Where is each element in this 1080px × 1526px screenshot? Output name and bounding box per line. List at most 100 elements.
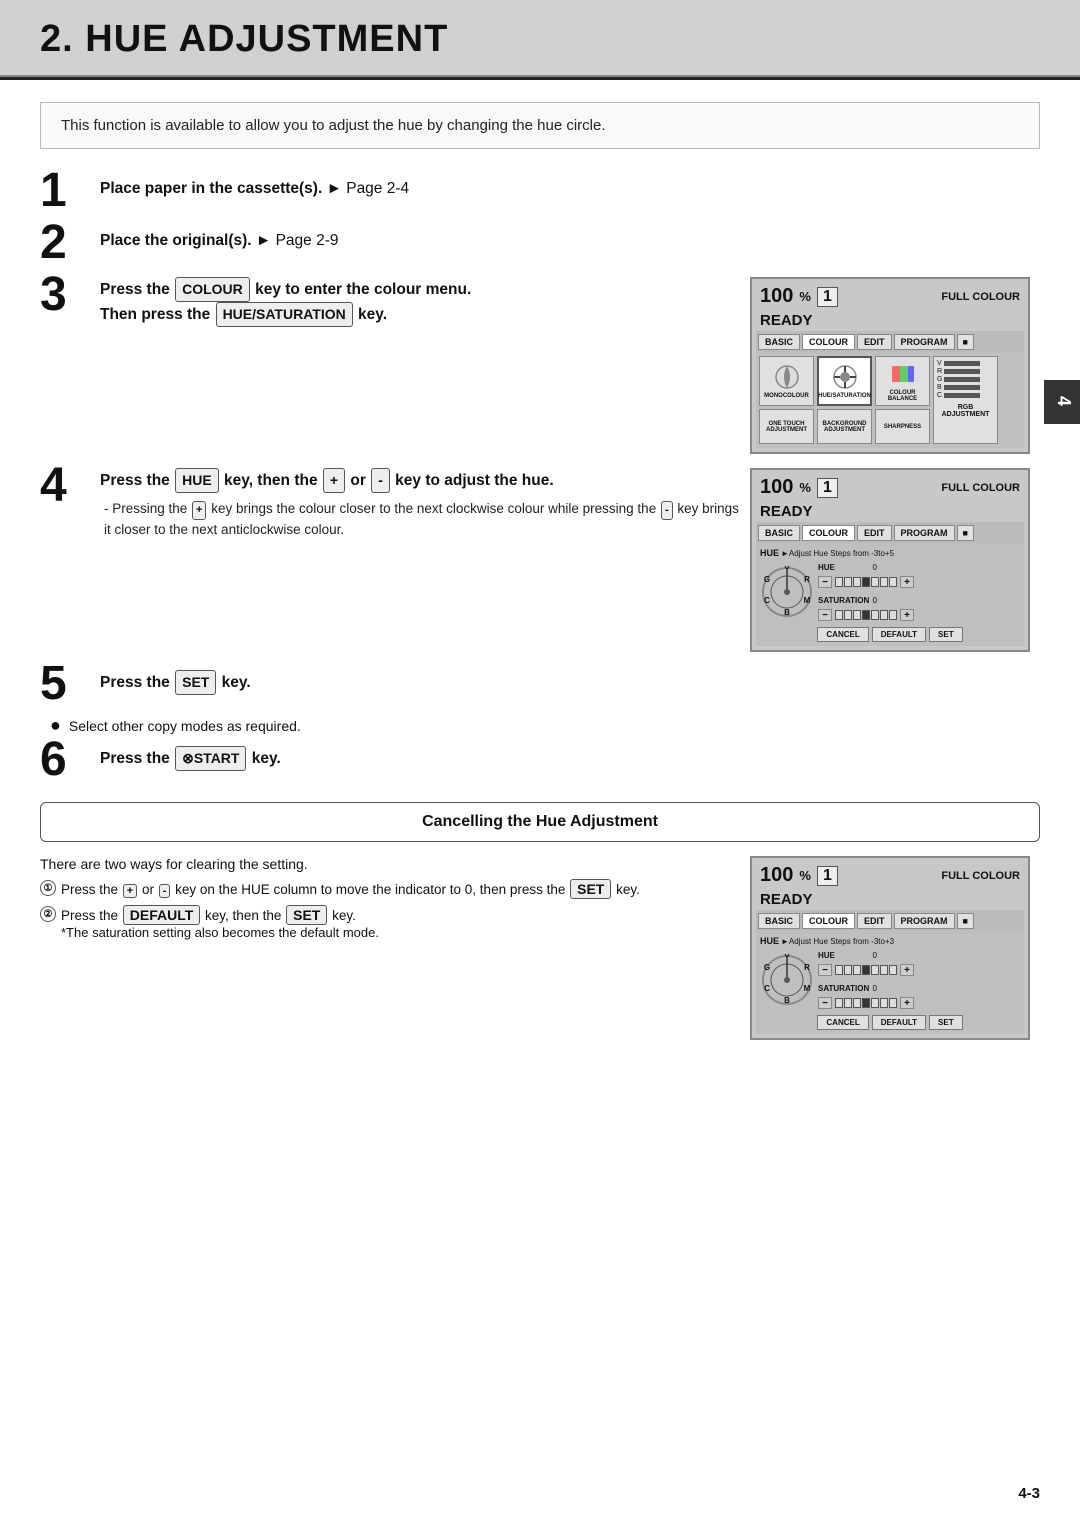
colour-balance-btn[interactable]: COLOUR BALANCE bbox=[875, 356, 930, 406]
screenC-hue-row: Y R M B C G HUE bbox=[760, 951, 1020, 1009]
set-btn[interactable]: SET bbox=[929, 627, 963, 642]
screen3-v: V bbox=[937, 360, 942, 367]
sat-box-c3 bbox=[853, 998, 861, 1008]
tabC-program[interactable]: PROGRAM bbox=[894, 913, 955, 929]
tab4-more[interactable]: ■ bbox=[957, 525, 974, 541]
background-adj-btn[interactable]: BACKGROUND ADJUSTMENT bbox=[817, 409, 872, 444]
cancel-num-1: ① bbox=[40, 880, 56, 896]
tab-colour[interactable]: COLOUR bbox=[802, 334, 855, 350]
cancel-item-1: ① Press the + or - key on the HUE column… bbox=[40, 879, 722, 899]
cancel-btn-c[interactable]: CANCEL bbox=[817, 1015, 868, 1030]
cancel-content: There are two ways for clearing the sett… bbox=[40, 856, 1040, 1040]
sat-box-7 bbox=[889, 610, 897, 620]
hue-box-6 bbox=[880, 577, 888, 587]
step-6-number: 6 bbox=[40, 736, 92, 784]
hue-box-c3 bbox=[853, 965, 861, 975]
saturation-ctrl-num-c: 0 bbox=[865, 984, 877, 993]
hue-boxes bbox=[835, 577, 897, 587]
tab4-basic[interactable]: BASIC bbox=[758, 525, 800, 541]
screenC-tabs: BASIC COLOUR EDIT PROGRAM ■ bbox=[756, 910, 1024, 931]
sharpness-btn[interactable]: SHARPNESS bbox=[875, 409, 930, 444]
screenC-full-colour: FULL COLOUR bbox=[941, 870, 1020, 882]
saturation-plus-btn-c[interactable]: + bbox=[900, 997, 914, 1009]
step-1-number: 1 bbox=[40, 167, 92, 215]
svg-text:B: B bbox=[784, 608, 790, 617]
cancel-item-1-text: Press the + or - key on the HUE column t… bbox=[61, 879, 640, 899]
cancel-title: Cancelling the Hue Adjustment bbox=[422, 813, 658, 831]
hue-plus-btn-c[interactable]: + bbox=[900, 964, 914, 976]
hue-controls: HUE 0 − bbox=[818, 563, 1020, 621]
minus-key: - bbox=[371, 468, 390, 493]
tab-more[interactable]: ■ bbox=[957, 334, 974, 350]
hue-minus-btn[interactable]: − bbox=[818, 576, 832, 588]
page-header: 2. HUE ADJUSTMENT bbox=[0, 0, 1080, 77]
tabC-colour[interactable]: COLOUR bbox=[802, 913, 855, 929]
tab4-colour[interactable]: COLOUR bbox=[802, 525, 855, 541]
svg-text:G: G bbox=[764, 963, 770, 972]
screenC-header-left: 100 % 1 bbox=[760, 864, 838, 887]
tab-program[interactable]: PROGRAM bbox=[894, 334, 955, 350]
saturation-control-row: − bbox=[818, 609, 1020, 621]
step-1-text: Place paper in the cassette(s). ► Page 2… bbox=[100, 177, 1040, 200]
screen3-v-row: V bbox=[937, 360, 994, 367]
cancel-intro: There are two ways for clearing the sett… bbox=[40, 856, 722, 872]
step-2-number: 2 bbox=[40, 219, 92, 267]
cancel-btn[interactable]: CANCEL bbox=[817, 627, 868, 642]
cancel-item-2-text: Press the DEFAULT key, then the SET key.… bbox=[61, 905, 379, 940]
screen3-tabs: BASIC COLOUR EDIT PROGRAM ■ bbox=[756, 331, 1024, 352]
svg-text:G: G bbox=[764, 575, 770, 584]
screen3-r: R bbox=[937, 368, 942, 375]
tabC-edit[interactable]: EDIT bbox=[857, 913, 892, 929]
sat-box-4 bbox=[862, 610, 870, 620]
page-number: 4-3 bbox=[1018, 1485, 1040, 1502]
saturation-plus-btn[interactable]: + bbox=[900, 609, 914, 621]
hue-circle-svg: Y R M B C G bbox=[760, 565, 814, 619]
hue-boxes-c bbox=[835, 965, 897, 975]
plus-key: + bbox=[323, 468, 345, 493]
tab-edit[interactable]: EDIT bbox=[857, 334, 892, 350]
tab4-program[interactable]: PROGRAM bbox=[894, 525, 955, 541]
colour-balance-icon bbox=[889, 360, 917, 388]
sharpness-label: SHARPNESS bbox=[884, 424, 921, 430]
tabC-more[interactable]: ■ bbox=[957, 913, 974, 929]
hue-minus-btn-c[interactable]: − bbox=[818, 964, 832, 976]
default-btn-c[interactable]: DEFAULT bbox=[872, 1015, 926, 1030]
svg-text:C: C bbox=[764, 984, 770, 993]
default-key-cancel: DEFAULT bbox=[123, 905, 201, 925]
cancel-list: ① Press the + or - key on the HUE column… bbox=[40, 879, 722, 940]
set-btn-c[interactable]: SET bbox=[929, 1015, 963, 1030]
step-4-number: 4 bbox=[40, 462, 92, 510]
screen4-num: 1 bbox=[817, 478, 838, 498]
hue-box-4 bbox=[862, 577, 870, 587]
screen3-body: MONOCOLOUR ONE TOUCH ADJUSTMENT bbox=[756, 352, 1024, 448]
step-4-bold: Press the HUE key, then the + or - key t… bbox=[100, 472, 554, 489]
hue-saturation-btn[interactable]: HUE/SATURATION bbox=[817, 356, 872, 406]
hue-plus-btn[interactable]: + bbox=[900, 576, 914, 588]
monocolour-btn[interactable]: MONOCOLOUR bbox=[759, 356, 814, 406]
plus-key-cancel: + bbox=[123, 884, 137, 898]
hue-box-c1 bbox=[835, 965, 843, 975]
screenC-num: 1 bbox=[817, 866, 838, 886]
tab-basic[interactable]: BASIC bbox=[758, 334, 800, 350]
tab4-edit[interactable]: EDIT bbox=[857, 525, 892, 541]
saturation-minus-btn-c[interactable]: − bbox=[818, 997, 832, 1009]
cancel-section-box: Cancelling the Hue Adjustment bbox=[40, 802, 1040, 842]
default-btn[interactable]: DEFAULT bbox=[872, 627, 926, 642]
saturation-minus-btn[interactable]: − bbox=[818, 609, 832, 621]
hue-ctrl-num-c: 0 bbox=[865, 951, 877, 960]
step-6-text: Press the ⊗START key. bbox=[100, 746, 1040, 771]
one-touch-btn[interactable]: ONE TOUCH ADJUSTMENT bbox=[759, 409, 814, 444]
step-6: 6 Press the ⊗START key. bbox=[40, 742, 1040, 784]
step-4: 4 Press the HUE key, then the + or - key… bbox=[40, 468, 1040, 652]
step-4-subnote: - Pressing the + key brings the colour c… bbox=[104, 499, 740, 540]
sat-box-2 bbox=[844, 610, 852, 620]
hue-controls-c: HUE 0 − bbox=[818, 951, 1020, 1009]
tabC-basic[interactable]: BASIC bbox=[758, 913, 800, 929]
screenC-hue-body: HUE ►Adjust Hue Steps from -3to+3 Y R M … bbox=[756, 931, 1024, 1034]
hue-saturation-key: HUE/SATURATION bbox=[216, 302, 353, 327]
screenC-header: 100 % 1 FULL COLOUR bbox=[756, 862, 1024, 889]
hue-circle-svg-c: Y R M B C G bbox=[760, 953, 814, 1007]
hue-control-row-c: − bbox=[818, 964, 1020, 976]
colour-key: COLOUR bbox=[175, 277, 250, 302]
sat-box-6 bbox=[880, 610, 888, 620]
